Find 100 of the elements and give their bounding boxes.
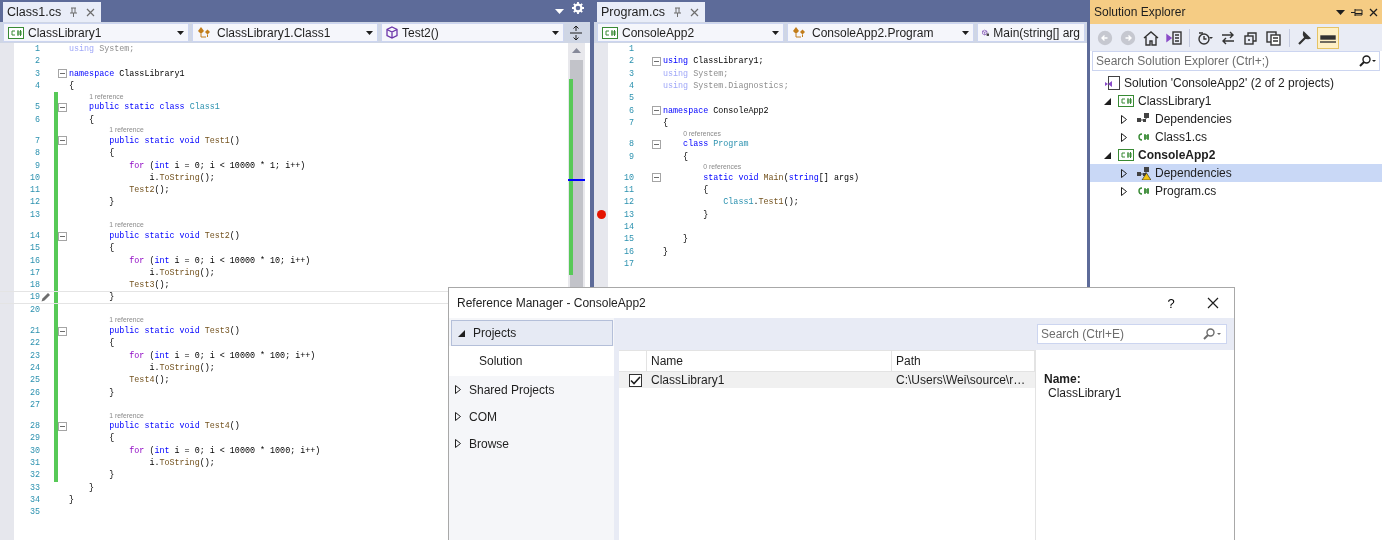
- code-line: using ClassLibrary1;: [662, 56, 764, 67]
- line-number: 15: [28, 243, 40, 254]
- dropdown-icon[interactable]: [1336, 9, 1345, 15]
- line-number: 33: [28, 482, 40, 493]
- home-icon: [1142, 29, 1160, 46]
- collapse-all-icon: [1242, 29, 1260, 46]
- pencil-icon[interactable]: [41, 293, 50, 302]
- code-line: }: [682, 234, 689, 245]
- category-item[interactable]: Shared Projects: [449, 376, 614, 403]
- caret-icon: [552, 30, 559, 35]
- code-line: }: [68, 494, 75, 505]
- code-line: using System.Diagnostics;: [662, 81, 789, 92]
- code-line: i.ToString();: [148, 267, 215, 278]
- line-number: 12: [28, 197, 40, 208]
- table-cell-text: ClassLibrary1: [650, 373, 726, 387]
- navigation-dropdown[interactable]: Test2(): [381, 23, 564, 42]
- line-number: 2: [33, 56, 40, 67]
- category-item[interactable]: Projects: [451, 320, 613, 346]
- collapse-icon[interactable]: [58, 69, 67, 79]
- line-number: 6: [33, 114, 40, 125]
- category-item[interactable]: COM: [449, 403, 614, 430]
- line-number: 19: [28, 292, 40, 303]
- category-item[interactable]: Browse: [449, 430, 614, 457]
- settings-icon[interactable]: [572, 2, 584, 14]
- split-button[interactable]: [567, 23, 585, 42]
- code-line: {: [88, 114, 95, 125]
- table-row[interactable]: ClassLibrary1 C:\Users\Wei\source\r…: [619, 372, 1035, 388]
- pin-icon[interactable]: [1351, 7, 1363, 17]
- line-number: 7: [33, 135, 40, 146]
- line-number: 17: [28, 267, 40, 278]
- search-icon[interactable]: [1359, 55, 1377, 67]
- collapse-icon[interactable]: [652, 106, 661, 116]
- tree-item[interactable]: Dependencies: [1090, 110, 1382, 128]
- collapsed-arrow-icon[interactable]: [455, 439, 461, 448]
- collapse-icon[interactable]: [58, 326, 67, 336]
- switch-views-icon: [1165, 29, 1183, 46]
- tree-item[interactable]: Program.cs: [1090, 182, 1382, 200]
- code-line: {: [682, 151, 689, 162]
- code-line: namespace ClassLibrary1: [68, 68, 185, 79]
- navigation-dropdown[interactable]: ConsoleApp2.Program: [787, 23, 974, 42]
- search-field[interactable]: Search Solution Explorer (Ctrl+;): [1092, 51, 1380, 71]
- expanded-arrow-icon[interactable]: [1103, 97, 1111, 105]
- line-number: 5: [627, 93, 634, 104]
- navigation-dropdown[interactable]: ConsoleApp2: [597, 23, 784, 42]
- collapse-icon[interactable]: [652, 173, 661, 183]
- code-line: }: [108, 470, 115, 481]
- dependencies-warning-icon: [1135, 166, 1151, 180]
- line-number: 7: [627, 117, 634, 128]
- dropdown-icon[interactable]: [555, 9, 564, 14]
- line-number: 20: [28, 304, 40, 315]
- expanded-arrow-icon[interactable]: [1103, 151, 1111, 159]
- line-number: 4: [627, 81, 634, 92]
- tree-item[interactable]: Class1.cs: [1090, 128, 1382, 146]
- sync-arrows-icon: [1219, 29, 1237, 46]
- column-header[interactable]: Name: [647, 351, 892, 371]
- navigation-dropdown[interactable]: ClassLibrary1: [3, 23, 189, 42]
- collapse-icon[interactable]: [58, 231, 67, 241]
- collapsed-arrow-icon[interactable]: [455, 385, 461, 394]
- line-number: 17: [622, 258, 634, 269]
- code-line: }: [88, 482, 95, 493]
- tree-item[interactable]: ConsoleApp2: [1090, 146, 1382, 164]
- breakpoint-icon[interactable]: [596, 210, 606, 220]
- line-number: 14: [28, 231, 40, 241]
- caret-icon: [772, 30, 779, 35]
- help-button[interactable]: ?: [1156, 294, 1186, 312]
- collapsed-arrow-icon[interactable]: [455, 412, 461, 421]
- checkbox[interactable]: [628, 373, 642, 387]
- tree-item[interactable]: Dependencies: [1090, 164, 1382, 182]
- code-line: Class1.Test1();: [722, 197, 799, 208]
- code-line: using System;: [68, 44, 135, 55]
- close-icon[interactable]: [1369, 7, 1378, 17]
- expanded-arrow-icon[interactable]: [458, 329, 465, 337]
- navigation-dropdown[interactable]: Main(string[] arg: [977, 23, 1085, 42]
- line-number: 18: [28, 280, 40, 291]
- line-number: 11: [622, 185, 634, 196]
- line-number: 16: [622, 246, 634, 257]
- project-icon: [602, 26, 618, 39]
- search-field[interactable]: Search (Ctrl+E): [1037, 324, 1227, 344]
- code-line: }: [662, 246, 669, 257]
- line-number: 10: [28, 172, 40, 183]
- code-line: static void Main(string[] args): [702, 172, 860, 183]
- line-number: 2: [627, 56, 634, 67]
- tree-item[interactable]: ClassLibrary1: [1090, 92, 1382, 110]
- collapse-icon[interactable]: [58, 421, 67, 431]
- preview-button[interactable]: [1317, 26, 1339, 49]
- code-line: {: [108, 148, 115, 159]
- collapse-icon[interactable]: [652, 139, 661, 149]
- navigation-dropdown[interactable]: ClassLibrary1.Class1: [192, 23, 378, 42]
- caret-icon: [962, 30, 969, 35]
- collapse-icon[interactable]: [58, 102, 67, 112]
- category-item[interactable]: Solution: [449, 346, 614, 376]
- class-icon: [792, 26, 808, 39]
- collapse-icon[interactable]: [58, 136, 67, 146]
- collapse-icon[interactable]: [652, 56, 661, 66]
- line-number: 1: [33, 44, 40, 55]
- line-number: 8: [33, 148, 40, 159]
- code-line: for (int i = 0; i < 10000 * 100; i++): [128, 350, 316, 361]
- code-file-icon: [1135, 131, 1151, 143]
- tree-item[interactable]: Solution 'ConsoleApp2' (2 of 2 projects): [1090, 74, 1382, 92]
- dialog-title: Reference Manager - ConsoleApp2: [457, 296, 646, 310]
